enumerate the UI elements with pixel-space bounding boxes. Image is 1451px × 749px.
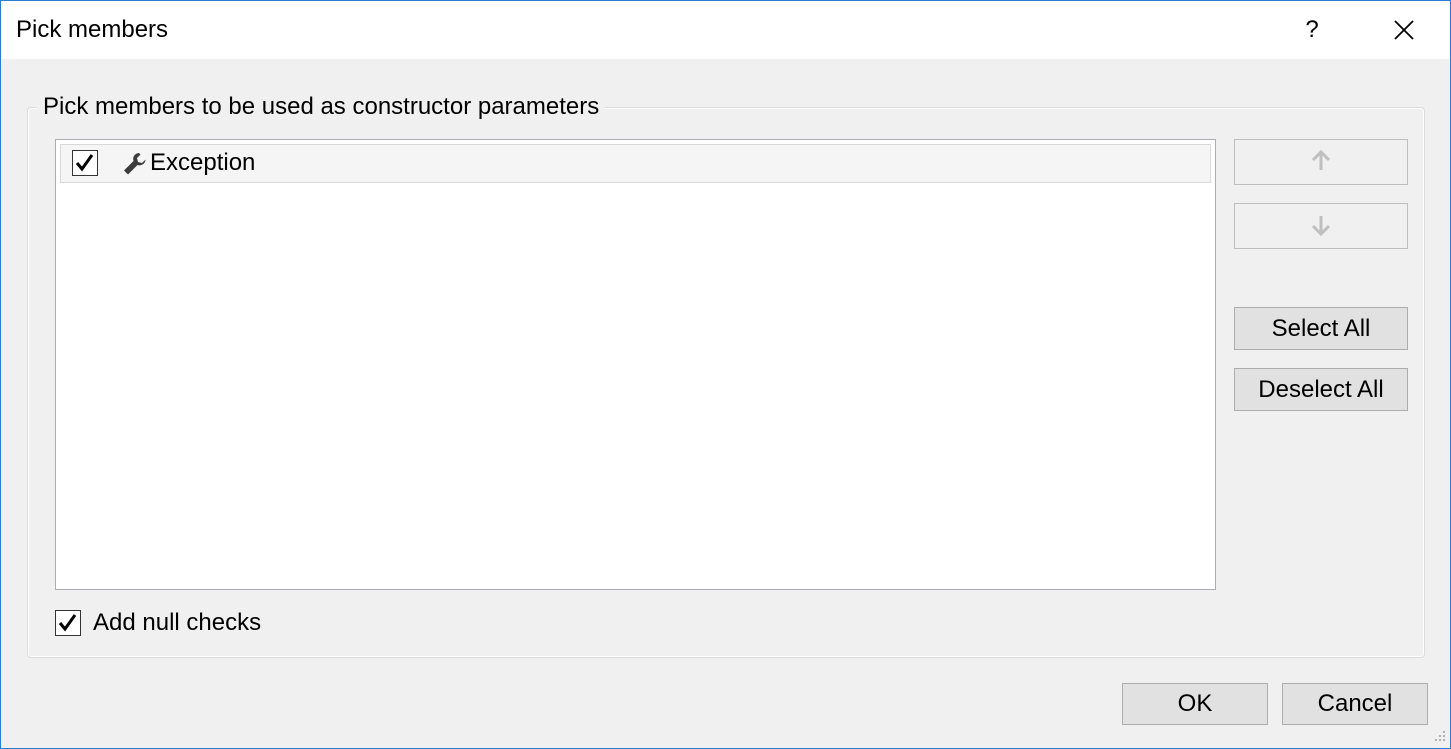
- select-all-button[interactable]: Select All: [1234, 307, 1408, 350]
- cancel-button[interactable]: Cancel: [1282, 683, 1428, 725]
- list-item[interactable]: Exception: [60, 144, 1211, 183]
- close-button[interactable]: [1379, 11, 1429, 49]
- checkmark-icon: [75, 154, 94, 172]
- wrench-icon: [124, 153, 146, 175]
- arrow-down-icon: [1311, 216, 1331, 237]
- checkmark-icon: [58, 614, 77, 632]
- deselect-all-button[interactable]: Deselect All: [1234, 368, 1408, 411]
- resize-grip-icon[interactable]: [1429, 727, 1447, 745]
- null-checks-label[interactable]: Add null checks: [93, 608, 261, 638]
- member-label: Exception: [150, 149, 256, 176]
- move-up-button[interactable]: [1234, 139, 1408, 185]
- close-icon: [1394, 20, 1414, 40]
- title-bar: Pick members ?: [1, 1, 1450, 59]
- group-legend: Pick members to be used as constructor p…: [37, 92, 606, 122]
- help-button[interactable]: ?: [1287, 11, 1337, 49]
- dialog-title: Pick members: [16, 16, 169, 43]
- pick-members-dialog: Pick members ? Pick members to be used a…: [0, 0, 1451, 749]
- null-checks-checkbox[interactable]: [55, 610, 81, 636]
- arrow-up-icon: [1311, 149, 1331, 170]
- member-list[interactable]: Exception: [55, 139, 1216, 590]
- member-checkbox[interactable]: [72, 150, 98, 176]
- move-down-button[interactable]: [1234, 203, 1408, 249]
- ok-button[interactable]: OK: [1122, 683, 1268, 725]
